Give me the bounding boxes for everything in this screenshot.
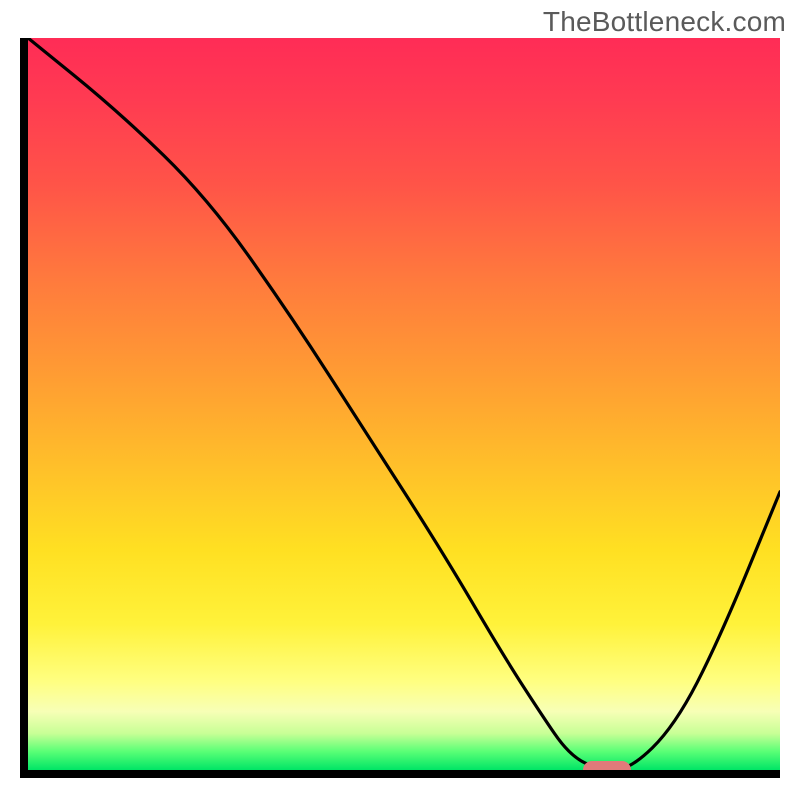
bottleneck-curve-path	[28, 38, 780, 770]
curve-layer	[28, 38, 780, 770]
watermark-label: TheBottleneck.com	[543, 6, 786, 38]
bottleneck-chart: TheBottleneck.com	[0, 0, 800, 800]
optimal-point-marker	[583, 761, 631, 778]
plot-area	[20, 38, 780, 778]
